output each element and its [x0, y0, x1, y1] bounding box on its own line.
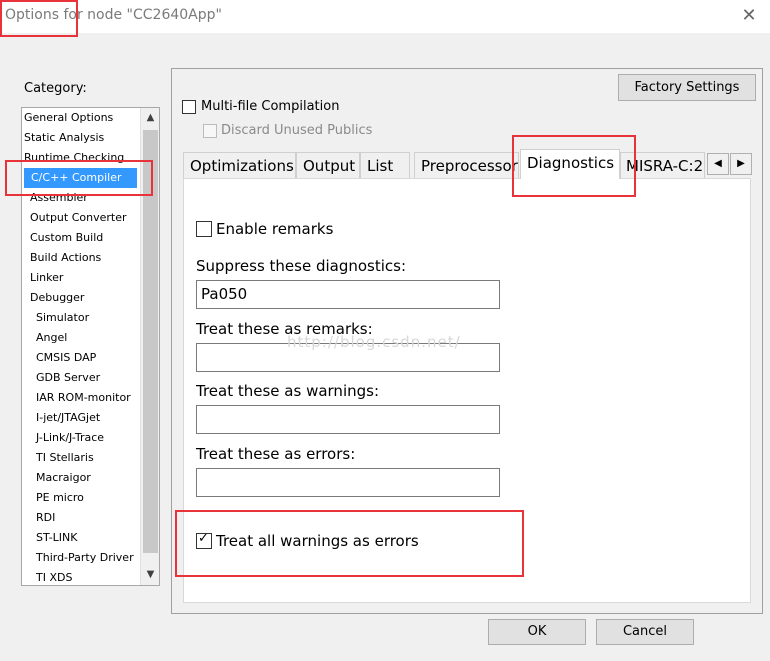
category-item-assembler[interactable]: Assembler [30, 188, 88, 208]
category-item-ti-xds[interactable]: TI XDS [36, 568, 72, 585]
cancel-button[interactable]: Cancel [596, 619, 694, 645]
tab-list[interactable]: List [360, 152, 410, 178]
tab-output[interactable]: Output [296, 152, 360, 178]
category-item-static-analysis[interactable]: Static Analysis [24, 128, 104, 148]
category-item-ti-stellaris[interactable]: TI Stellaris [36, 448, 94, 468]
tab-optimizations[interactable]: Optimizations [183, 152, 296, 178]
tab-scroll-left-icon[interactable]: ◀ [707, 153, 729, 175]
category-item-gdb-server[interactable]: GDB Server [36, 368, 100, 388]
scroll-down-icon[interactable]: ▼ [141, 565, 159, 585]
enable-remarks-checkbox[interactable] [196, 221, 212, 237]
category-item-pe-micro[interactable]: PE micro [36, 488, 84, 508]
scrollbar-thumb[interactable] [143, 130, 158, 553]
tab-misra-c[interactable]: MISRA-C:20 [620, 152, 705, 178]
category-item-custom-build[interactable]: Custom Build [30, 228, 103, 248]
category-label: Category: [24, 81, 87, 96]
checkmark-icon: ✓ [198, 531, 209, 546]
tab-scroll-right-icon[interactable]: ▶ [730, 153, 752, 175]
enable-remarks-label: Enable remarks [216, 220, 334, 238]
category-item-debugger[interactable]: Debugger [30, 288, 84, 308]
ok-button[interactable]: OK [488, 619, 586, 645]
treat-as-warnings-input[interactable] [196, 405, 500, 434]
multifile-compilation-checkbox[interactable] [182, 100, 196, 114]
category-item-c-cpp-compiler[interactable]: C/C++ Compiler [24, 168, 137, 188]
warnings-as-errors-label: Treat all warnings as errors [216, 532, 419, 550]
watermark: http://blog.csdn.net/ [287, 333, 461, 351]
category-list[interactable]: General Options Static Analysis Runtime … [21, 107, 160, 586]
treat-as-warnings-label: Treat these as warnings: [196, 382, 380, 400]
category-item-iar-rom-monitor[interactable]: IAR ROM-monitor [36, 388, 131, 408]
category-item-runtime-checking[interactable]: Runtime Checking [24, 148, 124, 168]
category-item-cmsis-dap[interactable]: CMSIS DAP [36, 348, 96, 368]
category-scrollbar[interactable]: ▲ ▼ [140, 108, 159, 585]
tab-preprocessor[interactable]: Preprocessor [414, 152, 519, 178]
window-title: Options for node "CC2640App" [5, 7, 222, 23]
suppress-diagnostics-input[interactable]: Pa050 [196, 280, 500, 309]
title-bar: Options for node "CC2640App" ✕ [0, 0, 770, 33]
category-item-ijet-jtagjet[interactable]: I-jet/JTAGjet [36, 408, 100, 428]
category-item-jlink-jtrace[interactable]: J-Link/J-Trace [36, 428, 104, 448]
category-item-st-link[interactable]: ST-LINK [36, 528, 77, 548]
category-item-linker[interactable]: Linker [30, 268, 63, 288]
discard-unused-publics-checkbox [203, 124, 217, 138]
suppress-diagnostics-label: Suppress these diagnostics: [196, 257, 407, 275]
factory-settings-button[interactable]: Factory Settings [618, 74, 756, 101]
scroll-up-icon[interactable]: ▲ [141, 108, 159, 128]
category-item-third-party-driver[interactable]: Third-Party Driver [36, 548, 134, 568]
category-item-output-converter[interactable]: Output Converter [30, 208, 127, 228]
tab-diagnostics[interactable]: Diagnostics [520, 149, 620, 179]
category-item-general-options[interactable]: General Options [24, 108, 113, 128]
category-item-build-actions[interactable]: Build Actions [30, 248, 101, 268]
multifile-compilation-label: Multi-file Compilation [201, 99, 340, 114]
category-item-simulator[interactable]: Simulator [36, 308, 89, 328]
treat-as-errors-label: Treat these as errors: [196, 445, 356, 463]
category-item-angel[interactable]: Angel [36, 328, 67, 348]
category-item-rdi[interactable]: RDI [36, 508, 55, 528]
discard-unused-publics-label: Discard Unused Publics [221, 123, 373, 138]
category-item-macraigor[interactable]: Macraigor [36, 468, 91, 488]
treat-as-errors-input[interactable] [196, 468, 500, 497]
warnings-as-errors-checkbox[interactable]: ✓ [196, 531, 212, 549]
close-icon[interactable]: ✕ [737, 4, 761, 28]
